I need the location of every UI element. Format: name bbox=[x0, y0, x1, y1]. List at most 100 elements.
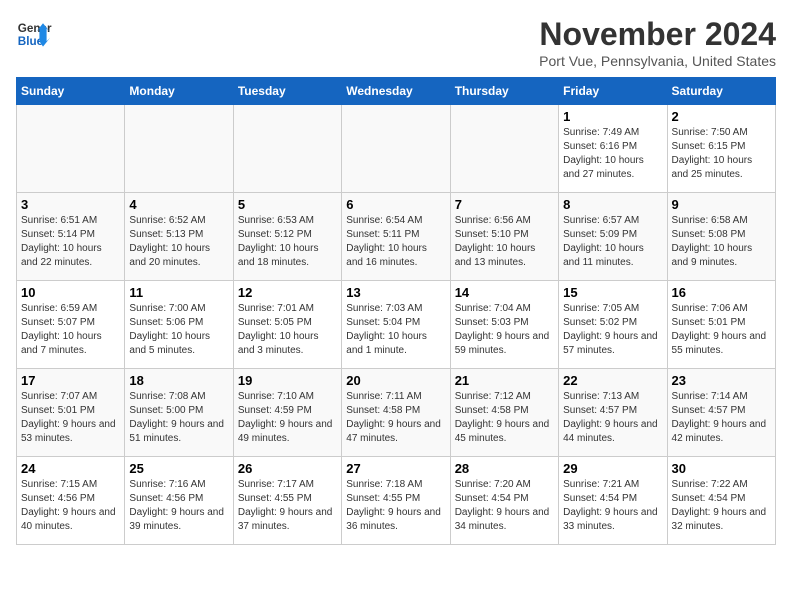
day-cell bbox=[450, 105, 558, 193]
day-cell: 4 Sunrise: 6:52 AM Sunset: 5:13 PM Daylig… bbox=[125, 193, 233, 281]
day-number: 8 bbox=[563, 197, 662, 212]
col-header-sunday: Sunday bbox=[17, 78, 125, 105]
day-cell: 30 Sunrise: 7:22 AM Sunset: 4:54 PM Dayli… bbox=[667, 457, 775, 545]
day-cell: 6 Sunrise: 6:54 AM Sunset: 5:11 PM Daylig… bbox=[342, 193, 450, 281]
header: General Blue November 2024 Port Vue, Pen… bbox=[16, 16, 776, 69]
month-title: November 2024 bbox=[539, 16, 776, 53]
day-cell: 14 Sunrise: 7:04 AM Sunset: 5:03 PM Dayli… bbox=[450, 281, 558, 369]
day-info: Sunrise: 7:08 AM Sunset: 5:00 PM Dayligh… bbox=[129, 390, 228, 446]
day-number: 4 bbox=[129, 197, 228, 212]
day-info: Sunrise: 7:11 AM Sunset: 4:58 PM Dayligh… bbox=[346, 390, 445, 446]
day-cell: 25 Sunrise: 7:16 AM Sunset: 4:56 PM Dayli… bbox=[125, 457, 233, 545]
day-cell: 7 Sunrise: 6:56 AM Sunset: 5:10 PM Daylig… bbox=[450, 193, 558, 281]
col-header-monday: Monday bbox=[125, 78, 233, 105]
day-info: Sunrise: 6:57 AM Sunset: 5:09 PM Dayligh… bbox=[563, 214, 662, 270]
day-cell: 12 Sunrise: 7:01 AM Sunset: 5:05 PM Dayli… bbox=[233, 281, 341, 369]
week-row-4: 17Sunrise: 7:07 AM Sunset: 5:01 PM Dayli… bbox=[17, 369, 776, 457]
day-cell: 29Sunrise: 7:21 AM Sunset: 4:54 PM Dayli… bbox=[559, 457, 667, 545]
day-number: 12 bbox=[238, 285, 337, 300]
title-area: November 2024 Port Vue, Pennsylvania, Un… bbox=[539, 16, 776, 69]
day-info: Sunrise: 7:16 AM Sunset: 4:56 PM Dayligh… bbox=[129, 478, 228, 534]
day-number: 30 bbox=[672, 461, 771, 476]
day-number: 11 bbox=[129, 285, 228, 300]
day-info: Sunrise: 7:03 AM Sunset: 5:04 PM Dayligh… bbox=[346, 302, 445, 358]
day-cell: 20 Sunrise: 7:11 AM Sunset: 4:58 PM Dayli… bbox=[342, 369, 450, 457]
week-row-1: 1Sunrise: 7:49 AM Sunset: 6:16 PM Daylig… bbox=[17, 105, 776, 193]
day-cell bbox=[125, 105, 233, 193]
day-cell: 9 Sunrise: 6:58 AM Sunset: 5:08 PM Daylig… bbox=[667, 193, 775, 281]
day-cell: 13 Sunrise: 7:03 AM Sunset: 5:04 PM Dayli… bbox=[342, 281, 450, 369]
day-number: 13 bbox=[346, 285, 445, 300]
day-number: 20 bbox=[346, 373, 445, 388]
day-info: Sunrise: 7:20 AM Sunset: 4:54 PM Dayligh… bbox=[455, 478, 554, 534]
week-row-3: 10 Sunrise: 6:59 AM Sunset: 5:07 PM Dayli… bbox=[17, 281, 776, 369]
logo: General Blue bbox=[16, 16, 52, 52]
location-subtitle: Port Vue, Pennsylvania, United States bbox=[539, 53, 776, 69]
day-number: 2 bbox=[672, 109, 771, 124]
day-info: Sunrise: 7:13 AM Sunset: 4:57 PM Dayligh… bbox=[563, 390, 662, 446]
day-info: Sunrise: 7:00 AM Sunset: 5:06 PM Dayligh… bbox=[129, 302, 228, 358]
day-info: Sunrise: 6:54 AM Sunset: 5:11 PM Dayligh… bbox=[346, 214, 445, 270]
day-info: Sunrise: 6:59 AM Sunset: 5:07 PM Dayligh… bbox=[21, 302, 120, 358]
day-cell: 16 Sunrise: 7:06 AM Sunset: 5:01 PM Dayli… bbox=[667, 281, 775, 369]
day-info: Sunrise: 6:52 AM Sunset: 5:13 PM Dayligh… bbox=[129, 214, 228, 270]
day-cell: 1Sunrise: 7:49 AM Sunset: 6:16 PM Daylig… bbox=[559, 105, 667, 193]
day-info: Sunrise: 7:01 AM Sunset: 5:05 PM Dayligh… bbox=[238, 302, 337, 358]
day-number: 17 bbox=[21, 373, 120, 388]
day-info: Sunrise: 6:56 AM Sunset: 5:10 PM Dayligh… bbox=[455, 214, 554, 270]
day-number: 14 bbox=[455, 285, 554, 300]
col-header-friday: Friday bbox=[559, 78, 667, 105]
day-number: 9 bbox=[672, 197, 771, 212]
col-header-tuesday: Tuesday bbox=[233, 78, 341, 105]
logo-icon: General Blue bbox=[16, 16, 52, 52]
day-number: 5 bbox=[238, 197, 337, 212]
day-cell: 17Sunrise: 7:07 AM Sunset: 5:01 PM Dayli… bbox=[17, 369, 125, 457]
day-number: 28 bbox=[455, 461, 554, 476]
day-number: 26 bbox=[238, 461, 337, 476]
day-cell: 26Sunrise: 7:17 AM Sunset: 4:55 PM Dayli… bbox=[233, 457, 341, 545]
day-number: 25 bbox=[129, 461, 228, 476]
day-cell: 5Sunrise: 6:53 AM Sunset: 5:12 PM Daylig… bbox=[233, 193, 341, 281]
day-info: Sunrise: 7:06 AM Sunset: 5:01 PM Dayligh… bbox=[672, 302, 771, 358]
day-cell: 18Sunrise: 7:08 AM Sunset: 5:00 PM Dayli… bbox=[125, 369, 233, 457]
day-cell: 27Sunrise: 7:18 AM Sunset: 4:55 PM Dayli… bbox=[342, 457, 450, 545]
calendar-header-row: SundayMondayTuesdayWednesdayThursdayFrid… bbox=[17, 78, 776, 105]
day-cell: 28 Sunrise: 7:20 AM Sunset: 4:54 PM Dayli… bbox=[450, 457, 558, 545]
day-number: 15 bbox=[563, 285, 662, 300]
day-info: Sunrise: 7:12 AM Sunset: 4:58 PM Dayligh… bbox=[455, 390, 554, 446]
day-cell: 10 Sunrise: 6:59 AM Sunset: 5:07 PM Dayli… bbox=[17, 281, 125, 369]
day-number: 10 bbox=[21, 285, 120, 300]
week-row-5: 24 Sunrise: 7:15 AM Sunset: 4:56 PM Dayli… bbox=[17, 457, 776, 545]
day-info: Sunrise: 7:21 AM Sunset: 4:54 PM Dayligh… bbox=[563, 478, 662, 534]
day-cell: 15Sunrise: 7:05 AM Sunset: 5:02 PM Dayli… bbox=[559, 281, 667, 369]
day-info: Sunrise: 7:10 AM Sunset: 4:59 PM Dayligh… bbox=[238, 390, 337, 446]
day-number: 7 bbox=[455, 197, 554, 212]
day-cell bbox=[233, 105, 341, 193]
col-header-saturday: Saturday bbox=[667, 78, 775, 105]
day-cell: 19 Sunrise: 7:10 AM Sunset: 4:59 PM Dayli… bbox=[233, 369, 341, 457]
day-info: Sunrise: 7:15 AM Sunset: 4:56 PM Dayligh… bbox=[21, 478, 120, 534]
week-row-2: 3Sunrise: 6:51 AM Sunset: 5:14 PM Daylig… bbox=[17, 193, 776, 281]
day-cell bbox=[342, 105, 450, 193]
day-info: Sunrise: 7:22 AM Sunset: 4:54 PM Dayligh… bbox=[672, 478, 771, 534]
col-header-wednesday: Wednesday bbox=[342, 78, 450, 105]
day-cell: 3Sunrise: 6:51 AM Sunset: 5:14 PM Daylig… bbox=[17, 193, 125, 281]
day-number: 23 bbox=[672, 373, 771, 388]
day-info: Sunrise: 6:51 AM Sunset: 5:14 PM Dayligh… bbox=[21, 214, 120, 270]
day-info: Sunrise: 7:04 AM Sunset: 5:03 PM Dayligh… bbox=[455, 302, 554, 358]
col-header-thursday: Thursday bbox=[450, 78, 558, 105]
day-number: 24 bbox=[21, 461, 120, 476]
day-cell bbox=[17, 105, 125, 193]
day-cell: 22 Sunrise: 7:13 AM Sunset: 4:57 PM Dayli… bbox=[559, 369, 667, 457]
day-info: Sunrise: 6:58 AM Sunset: 5:08 PM Dayligh… bbox=[672, 214, 771, 270]
day-info: Sunrise: 7:50 AM Sunset: 6:15 PM Dayligh… bbox=[672, 126, 771, 182]
day-cell: 2 Sunrise: 7:50 AM Sunset: 6:15 PM Daylig… bbox=[667, 105, 775, 193]
day-number: 21 bbox=[455, 373, 554, 388]
day-cell: 21 Sunrise: 7:12 AM Sunset: 4:58 PM Dayli… bbox=[450, 369, 558, 457]
day-info: Sunrise: 7:14 AM Sunset: 4:57 PM Dayligh… bbox=[672, 390, 771, 446]
day-number: 16 bbox=[672, 285, 771, 300]
day-cell: 23 Sunrise: 7:14 AM Sunset: 4:57 PM Dayli… bbox=[667, 369, 775, 457]
day-number: 22 bbox=[563, 373, 662, 388]
day-number: 19 bbox=[238, 373, 337, 388]
day-number: 6 bbox=[346, 197, 445, 212]
